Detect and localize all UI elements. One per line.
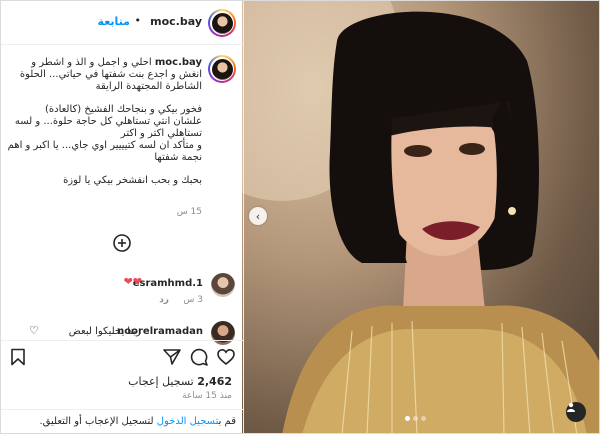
separator-dot: • [134,14,142,27]
caption-author-avatar[interactable] [208,55,236,83]
caption-paragraph: فخور بيكي و بنجاحك الفشيخ (كالعادة) علشا… [7,104,202,163]
likes-count[interactable]: 2,462 تسجيل إعجاب [128,375,232,388]
action-bar [1,340,244,373]
carousel-dot [413,416,418,421]
caption-username[interactable]: moc.bay [155,57,202,68]
caption-time: 15 س [176,207,202,217]
add-comments-icon[interactable] [113,234,131,252]
instagram-post: ‹ moc.bay • متابعة moc.bay احلي و اجمل و… [0,0,600,434]
heart-icon[interactable] [217,348,235,366]
carousel-dot [405,416,410,421]
chevron-left-icon: ‹ [255,209,261,223]
author-avatar[interactable] [208,9,236,37]
comment-icon[interactable] [190,348,208,366]
commenter-avatar[interactable] [211,273,235,297]
comment-item: noorelramadan ربنا يخليكوا لبعض ♡ [1,321,243,345]
caption-paragraph: بحبك و بحب انفشخر بيكي يا لوزة [63,175,202,186]
user-tag-button[interactable] [566,402,586,422]
login-prompt-suffix: لتسجيل الإعجاب أو التعليق. [39,416,157,427]
comment-time: 3 س [183,295,203,305]
bookmark-icon[interactable] [9,348,27,366]
author-username[interactable]: moc.bay [150,15,202,28]
heart-outline-icon[interactable]: ♡ [29,324,39,337]
login-link[interactable]: تسجيل الدخول [157,416,219,427]
share-icon[interactable] [163,348,181,366]
user-tag-icon [567,402,575,412]
login-prompt: قم بتسجيل الدخول لتسجيل الإعجاب أو التعل… [1,409,244,433]
commenter-username[interactable]: esramhmd.1 [133,278,203,289]
likes-label: تسجيل إعجاب [128,375,194,388]
follow-button[interactable]: متابعة [98,15,130,28]
reply-button[interactable]: رد [159,295,169,305]
carousel-prev-button[interactable]: ‹ [249,207,267,225]
carousel-dots [405,416,426,421]
post-caption: moc.bay احلي و اجمل و الذ و اشطر و انغش … [1,51,244,223]
post-header: moc.bay • متابعة [1,1,244,45]
comment-item: esramhmd.1 ❤❤ 3 س رد [1,273,243,313]
carousel-dot [421,416,426,421]
post-details-panel: moc.bay • متابعة moc.bay احلي و اجمل و ا… [1,1,244,433]
login-prompt-prefix: قم ب [218,416,236,427]
portrait-illustration [242,1,599,433]
comment-text: ربنا يخليكوا لبعض [68,326,141,337]
likes-number: 2,462 [197,375,232,388]
caption-text: moc.bay احلي و اجمل و الذ و اشطر و انغش … [6,57,202,198]
post-photo[interactable]: ‹ [242,1,599,433]
posted-ago: منذ 15 ساعة [182,391,232,401]
comment-hearts: ❤❤ [123,275,142,288]
